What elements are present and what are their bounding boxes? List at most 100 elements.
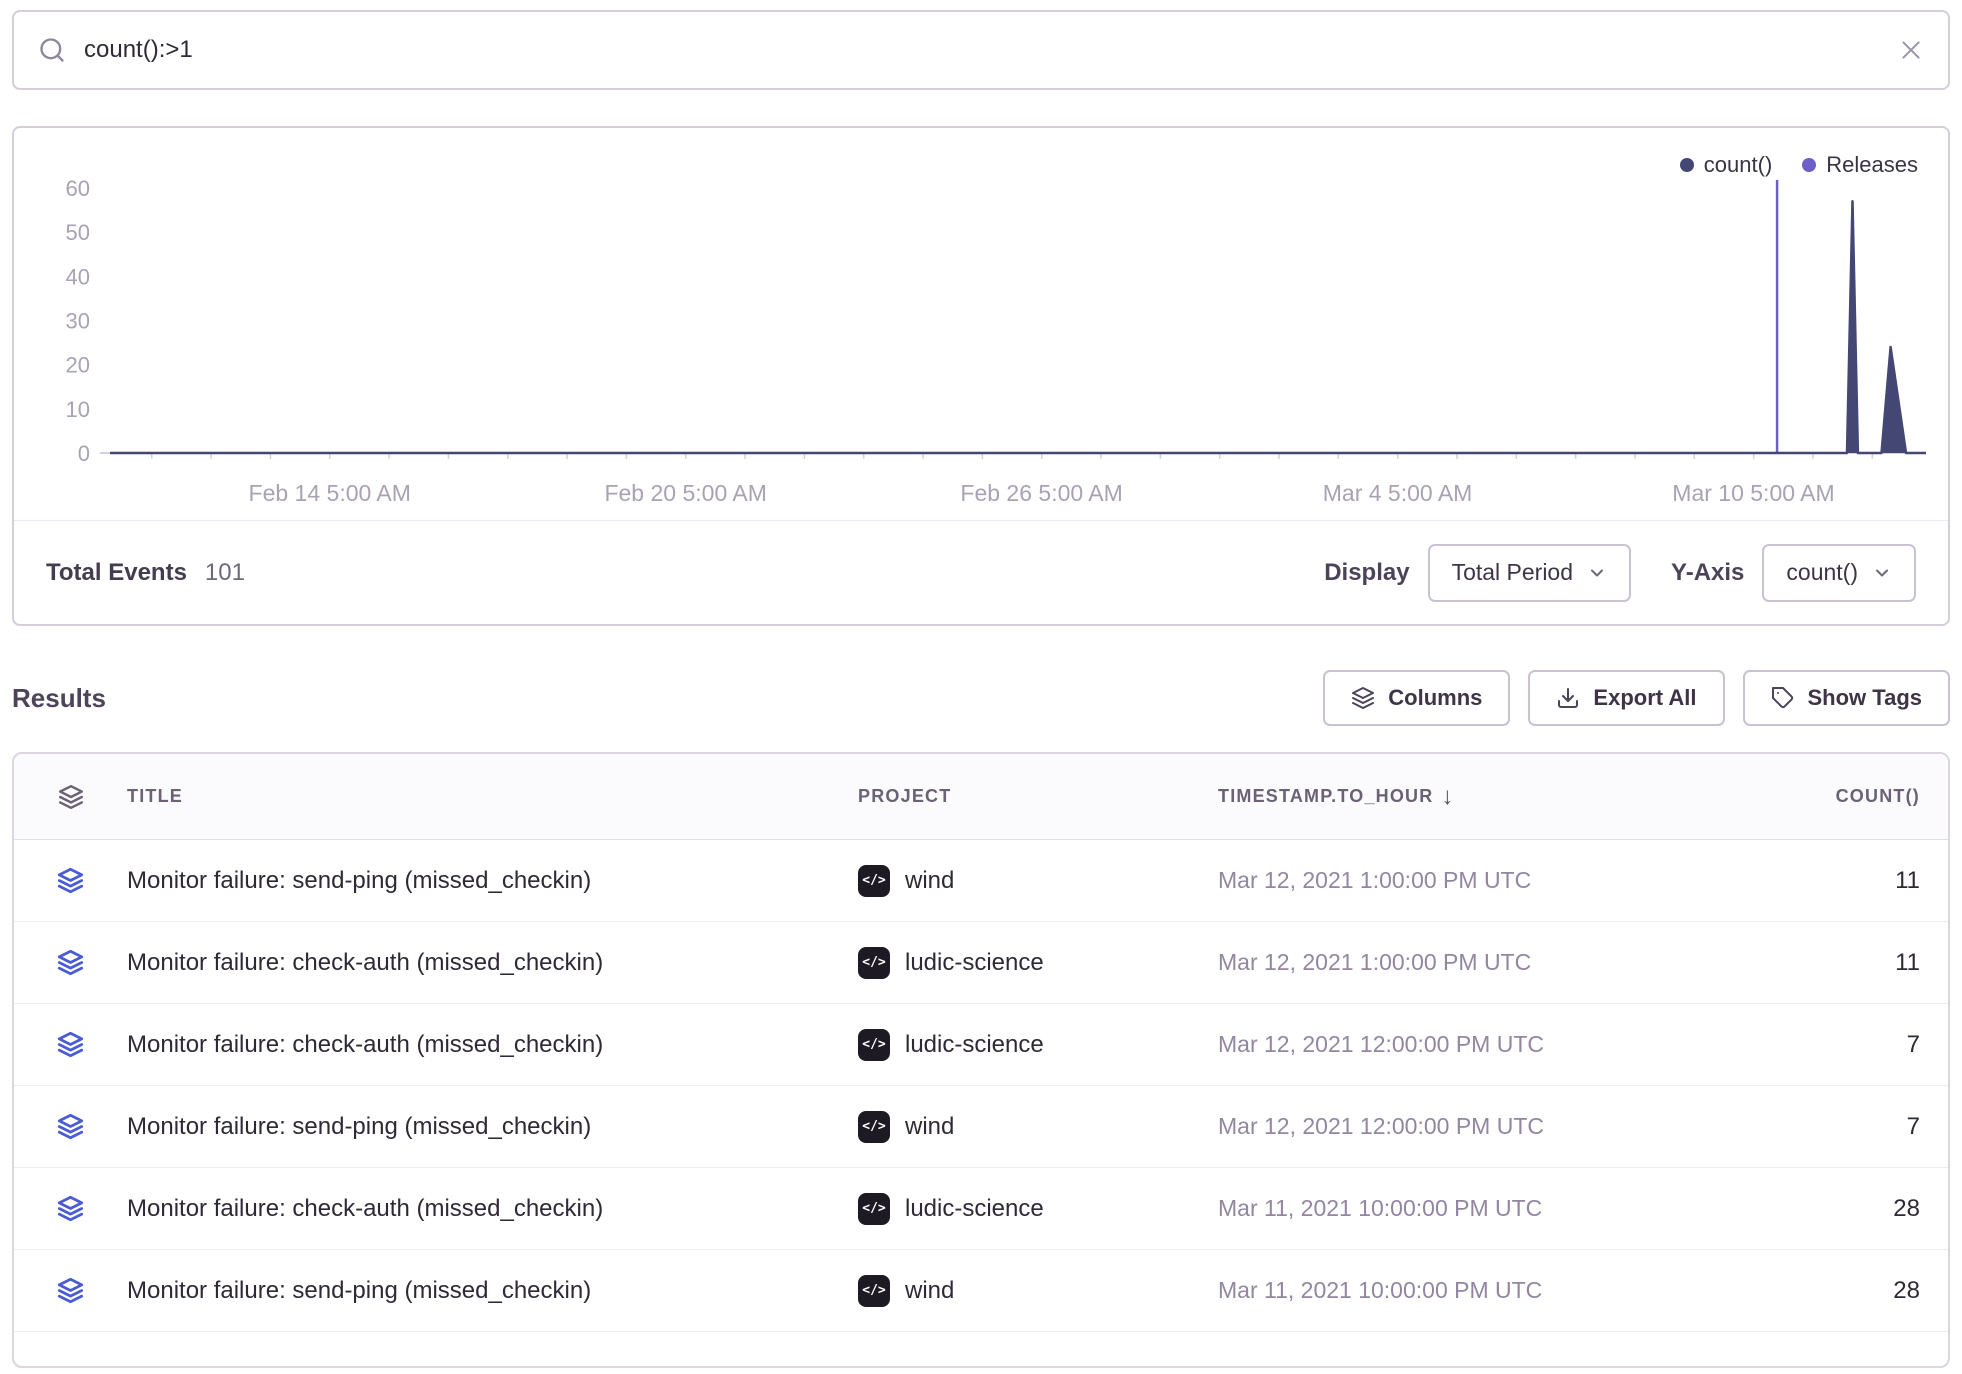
event-title[interactable]: Monitor failure: check-auth (missed_chec… xyxy=(127,1031,858,1059)
chart-footer: Total Events 101 Display Total Period Y-… xyxy=(14,520,1948,624)
search-icon xyxy=(38,36,66,64)
event-count: 28 xyxy=(1738,1195,1948,1223)
svg-text:40: 40 xyxy=(66,264,90,289)
legend-label-count: count() xyxy=(1704,152,1772,178)
event-count: 28 xyxy=(1738,1277,1948,1305)
export-all-button[interactable]: Export All xyxy=(1528,670,1724,726)
header-project[interactable]: PROJECT xyxy=(858,786,1218,807)
legend-label-releases: Releases xyxy=(1826,152,1918,178)
table-row[interactable]: Monitor failure: check-auth (missed_chec… xyxy=(14,1168,1948,1250)
table-body: Monitor failure: send-ping (missed_check… xyxy=(14,840,1948,1332)
project-cell: </> ludic-science xyxy=(858,1029,1218,1061)
columns-button-label: Columns xyxy=(1388,685,1482,711)
project-platform-icon: </> xyxy=(858,1111,890,1143)
tag-icon xyxy=(1771,686,1795,710)
project-name: ludic-science xyxy=(905,949,1044,977)
legend-dot-count-icon xyxy=(1680,158,1694,172)
table-header-row: TITLE PROJECT TIMESTAMP.TO_HOUR ↓ COUNT(… xyxy=(14,754,1948,840)
display-label: Display xyxy=(1324,559,1409,587)
stack-icon[interactable] xyxy=(57,867,84,894)
discover-page: count() Releases 0102030405060Feb 14 5:0… xyxy=(0,0,1962,1374)
event-title[interactable]: Monitor failure: send-ping (missed_check… xyxy=(127,1113,858,1141)
events-over-time-chart[interactable]: 0102030405060Feb 14 5:00 AMFeb 20 5:00 A… xyxy=(14,128,1948,520)
stack-icon[interactable] xyxy=(57,949,84,976)
project-name: wind xyxy=(905,1113,954,1141)
project-platform-icon: </> xyxy=(858,1275,890,1307)
project-platform-icon: </> xyxy=(858,1029,890,1061)
project-name: ludic-science xyxy=(905,1031,1044,1059)
project-cell: </> wind xyxy=(858,1111,1218,1143)
event-timestamp: Mar 12, 2021 1:00:00 PM UTC xyxy=(1218,949,1738,976)
table-row[interactable]: Monitor failure: check-auth (missed_chec… xyxy=(14,1004,1948,1086)
project-name: ludic-science xyxy=(905,1195,1044,1223)
display-select-value: Total Period xyxy=(1452,559,1573,586)
svg-text:Feb 20 5:00 AM: Feb 20 5:00 AM xyxy=(604,480,766,506)
search-bar xyxy=(12,10,1950,90)
header-timestamp[interactable]: TIMESTAMP.TO_HOUR ↓ xyxy=(1218,783,1738,811)
table-row[interactable]: Monitor failure: send-ping (missed_check… xyxy=(14,840,1948,922)
project-cell: </> ludic-science xyxy=(858,1193,1218,1225)
display-select[interactable]: Total Period xyxy=(1428,544,1631,602)
event-title[interactable]: Monitor failure: check-auth (missed_chec… xyxy=(127,1195,858,1223)
event-title[interactable]: Monitor failure: send-ping (missed_check… xyxy=(127,867,858,895)
download-icon xyxy=(1556,686,1580,710)
svg-text:50: 50 xyxy=(66,220,90,245)
sort-desc-icon: ↓ xyxy=(1441,783,1453,811)
stack-icon xyxy=(58,784,84,810)
legend-dot-releases-icon xyxy=(1802,158,1816,172)
export-all-button-label: Export All xyxy=(1593,685,1696,711)
event-timestamp: Mar 12, 2021 12:00:00 PM UTC xyxy=(1218,1031,1738,1058)
svg-text:Feb 26 5:00 AM: Feb 26 5:00 AM xyxy=(960,480,1122,506)
chevron-down-icon xyxy=(1587,563,1607,583)
event-count: 11 xyxy=(1738,949,1948,977)
event-timestamp: Mar 11, 2021 10:00:00 PM UTC xyxy=(1218,1195,1738,1222)
event-timestamp: Mar 12, 2021 12:00:00 PM UTC xyxy=(1218,1113,1738,1140)
header-stack-column[interactable] xyxy=(14,784,127,810)
yaxis-label: Y-Axis xyxy=(1671,559,1744,587)
table-row[interactable]: Monitor failure: check-auth (missed_chec… xyxy=(14,922,1948,1004)
results-heading: Results xyxy=(12,683,106,714)
legend-item-releases[interactable]: Releases xyxy=(1802,152,1918,178)
legend-item-count[interactable]: count() xyxy=(1680,152,1772,178)
svg-text:Feb 14 5:00 AM: Feb 14 5:00 AM xyxy=(249,480,411,506)
show-tags-button-label: Show Tags xyxy=(1808,685,1923,711)
events-chart-panel: count() Releases 0102030405060Feb 14 5:0… xyxy=(12,126,1950,626)
show-tags-button[interactable]: Show Tags xyxy=(1743,670,1951,726)
project-name: wind xyxy=(905,1277,954,1305)
header-title[interactable]: TITLE xyxy=(127,786,858,807)
columns-button[interactable]: Columns xyxy=(1323,670,1510,726)
event-count: 7 xyxy=(1738,1031,1948,1059)
table-footer xyxy=(14,1332,1948,1366)
stack-icon[interactable] xyxy=(57,1113,84,1140)
stack-icon[interactable] xyxy=(57,1031,84,1058)
project-cell: </> ludic-science xyxy=(858,947,1218,979)
svg-text:Mar 10 5:00 AM: Mar 10 5:00 AM xyxy=(1672,480,1834,506)
yaxis-select-value: count() xyxy=(1786,559,1858,586)
svg-text:10: 10 xyxy=(66,397,90,422)
svg-text:20: 20 xyxy=(66,353,90,378)
event-title[interactable]: Monitor failure: send-ping (missed_check… xyxy=(127,1277,858,1305)
event-timestamp: Mar 12, 2021 1:00:00 PM UTC xyxy=(1218,867,1738,894)
table-row[interactable]: Monitor failure: send-ping (missed_check… xyxy=(14,1086,1948,1168)
project-cell: </> wind xyxy=(858,1275,1218,1307)
stack-icon[interactable] xyxy=(57,1195,84,1222)
total-events-label: Total Events xyxy=(46,559,187,587)
chevron-down-icon xyxy=(1872,563,1892,583)
table-row[interactable]: Monitor failure: send-ping (missed_check… xyxy=(14,1250,1948,1332)
project-platform-icon: </> xyxy=(858,947,890,979)
project-cell: </> wind xyxy=(858,865,1218,897)
layers-icon xyxy=(1351,686,1375,710)
header-count[interactable]: COUNT() xyxy=(1738,786,1948,807)
svg-text:30: 30 xyxy=(66,309,90,334)
yaxis-select[interactable]: count() xyxy=(1762,544,1916,602)
event-count: 11 xyxy=(1738,867,1948,895)
clear-search-icon[interactable] xyxy=(1898,37,1924,63)
event-count: 7 xyxy=(1738,1113,1948,1141)
event-timestamp: Mar 11, 2021 10:00:00 PM UTC xyxy=(1218,1277,1738,1304)
event-title[interactable]: Monitor failure: check-auth (missed_chec… xyxy=(127,949,858,977)
svg-text:Mar 4 5:00 AM: Mar 4 5:00 AM xyxy=(1323,480,1473,506)
search-input[interactable] xyxy=(84,36,1880,64)
results-header: Results Columns Export All Show Tags xyxy=(12,670,1950,726)
stack-icon[interactable] xyxy=(57,1277,84,1304)
svg-text:60: 60 xyxy=(66,176,90,201)
